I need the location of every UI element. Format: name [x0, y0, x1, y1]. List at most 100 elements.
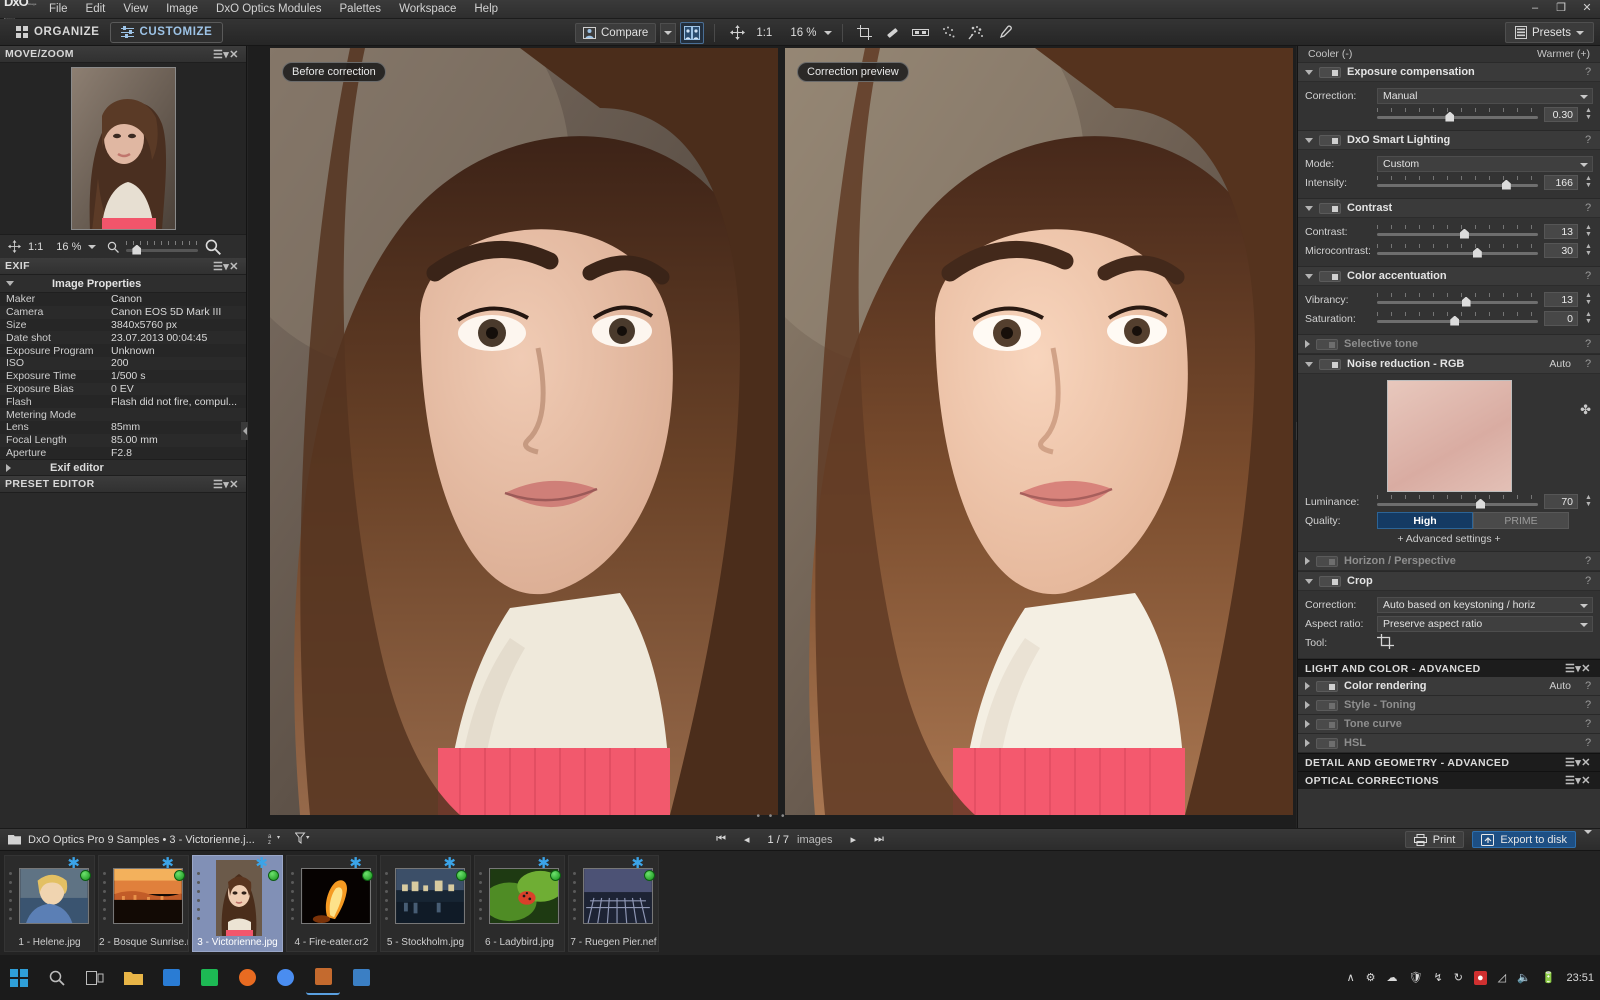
left-panel-collapse-handle[interactable] [241, 422, 248, 440]
chevron-right-icon[interactable] [1305, 682, 1310, 690]
tray-shield-icon[interactable]: 🛡 [1409, 971, 1423, 984]
noise-reduction-preview[interactable] [1387, 380, 1512, 492]
slider-value[interactable]: 13 [1544, 292, 1578, 307]
dxo-smart-lighting-toggle[interactable] [1319, 135, 1341, 146]
chevron-down-icon[interactable] [1305, 274, 1313, 279]
filmstrip-thumbnail[interactable]: ✱3 - Victorienne.jpg [192, 855, 283, 952]
zoom-out-icon[interactable] [107, 241, 119, 253]
slider-stepper[interactable]: ▲▼ [1584, 108, 1593, 121]
slider[interactable] [1377, 107, 1538, 123]
help-icon[interactable]: ? [1583, 270, 1593, 282]
filmstrip-thumbnail[interactable]: ✱7 - Ruegen Pier.nef [568, 855, 659, 952]
taskbar-spotify-app[interactable] [192, 961, 226, 995]
slider-stepper[interactable]: ▲▼ [1584, 176, 1593, 189]
tray-network-icon[interactable]: ⚙ [1366, 971, 1376, 984]
exposure-compensation-header[interactable]: Exposure compensation? [1298, 63, 1600, 82]
section-toggle[interactable] [1316, 700, 1338, 711]
slider[interactable] [1377, 243, 1538, 259]
star-icon[interactable]: ✱ [161, 857, 174, 870]
star-icon[interactable]: ✱ [349, 857, 362, 870]
move-zoom-preview[interactable] [0, 63, 246, 234]
help-icon[interactable]: ? [1583, 358, 1593, 370]
minimize-button[interactable]: – [1522, 0, 1548, 17]
star-icon[interactable]: ✱ [443, 857, 456, 870]
navigator-thumbnail[interactable] [71, 67, 176, 230]
taskbar-office-app[interactable] [154, 961, 188, 995]
exposure-compensation-toggle[interactable] [1319, 67, 1341, 78]
section-tone-curve[interactable]: Tone curve? [1298, 715, 1600, 734]
slider-stepper[interactable]: ▲▼ [1584, 312, 1593, 325]
section-toggle[interactable] [1316, 738, 1338, 749]
export-chevron-down-icon[interactable] [1584, 834, 1592, 846]
section-toggle[interactable] [1316, 681, 1338, 692]
nr-preview-target-icon[interactable]: ✤ [1580, 402, 1591, 418]
chevron-down-icon[interactable] [1305, 206, 1313, 211]
quality-option-prime[interactable]: PRIME [1473, 512, 1569, 529]
section-color-rendering[interactable]: Color renderingAuto? [1298, 677, 1600, 696]
dust-tool-button[interactable] [937, 22, 961, 44]
help-icon[interactable]: ? [1583, 66, 1593, 78]
chevron-right-icon[interactable] [1305, 340, 1310, 348]
export-to-disk-button[interactable]: Export to disk [1472, 831, 1576, 848]
taskbar-clock[interactable]: 23:51 [1566, 972, 1594, 984]
quality-option-high[interactable]: High [1377, 512, 1473, 529]
chevron-down-icon[interactable] [1305, 138, 1313, 143]
category-detail-and-geometry-advanced[interactable]: DETAIL AND GEOMETRY - ADVANCED☰▾✕ [1298, 753, 1600, 771]
section-toggle[interactable] [1316, 719, 1338, 730]
filmstrip-thumbnail[interactable]: ✱6 - Ladybird.jpg [474, 855, 565, 952]
crop-toggle[interactable] [1319, 576, 1341, 587]
tray-battery-icon[interactable]: 🔋 [1542, 971, 1556, 984]
taskbar-chrome-app[interactable] [268, 961, 302, 995]
slider-handle[interactable] [1476, 499, 1485, 509]
before-correction-label[interactable]: Before correction [282, 62, 386, 82]
close-icon[interactable]: ✕ [1579, 662, 1593, 675]
correction-combo[interactable]: Auto based on keystoning / horiz [1377, 597, 1593, 613]
zoom-slider[interactable] [126, 240, 198, 254]
help-icon[interactable]: ? [1583, 718, 1593, 730]
tray-cloud-icon[interactable]: ☁ [1387, 971, 1398, 984]
slider[interactable] [1377, 224, 1538, 240]
help-icon[interactable]: ? [1583, 737, 1593, 749]
menu-dxo-optics-modules[interactable]: DxO Optics Modules [207, 0, 330, 19]
help-icon[interactable]: ? [1583, 202, 1593, 214]
close-icon[interactable]: ✕ [1579, 774, 1593, 787]
customize-mode-button[interactable]: CUSTOMIZE [110, 22, 224, 43]
chevron-down-icon[interactable] [1305, 579, 1313, 584]
star-icon[interactable]: ✱ [255, 857, 268, 870]
section-style-toning[interactable]: Style - Toning? [1298, 696, 1600, 715]
eraser-tool-button[interactable] [881, 22, 905, 44]
close-icon[interactable]: ✕ [227, 260, 241, 273]
zoom-in-icon[interactable] [205, 239, 221, 255]
menu-palettes[interactable]: Palettes [331, 0, 391, 19]
taskbar-firefox-app[interactable] [230, 961, 264, 995]
close-icon[interactable]: ✕ [227, 48, 241, 61]
tray-volume-icon[interactable]: 🔈 [1517, 971, 1531, 984]
filmstrip-thumbnail[interactable]: ✱1 - Helene.jpg [4, 855, 95, 952]
menu-workspace[interactable]: Workspace [390, 0, 465, 19]
star-icon[interactable]: ✱ [67, 857, 80, 870]
next-image-button[interactable]: ▸ [850, 833, 856, 846]
chevron-right-icon[interactable] [1305, 557, 1310, 565]
compare-dropdown-button[interactable] [660, 23, 676, 43]
move-zoom-ratio-label[interactable]: 1:1 [28, 241, 43, 253]
exif-editor-row[interactable]: Exif editor [0, 459, 246, 476]
slider-handle[interactable] [1502, 180, 1511, 190]
crop-tool-icon[interactable] [1377, 634, 1394, 652]
color-accentuation-toggle[interactable] [1319, 271, 1341, 282]
noise-reduction-rgb-toggle[interactable] [1319, 359, 1341, 370]
maximize-button[interactable]: ❐ [1548, 0, 1574, 17]
slider-value[interactable]: 13 [1544, 224, 1578, 239]
tray-update-icon[interactable]: ↻ [1454, 971, 1463, 984]
tray-wifi-icon[interactable]: ◿ [1498, 971, 1506, 984]
help-icon[interactable]: ? [1583, 555, 1593, 567]
slider-handle[interactable] [1473, 248, 1482, 258]
correction-preview-label[interactable]: Correction preview [797, 62, 909, 82]
compare-button[interactable]: Compare [575, 23, 656, 43]
slider[interactable] [1377, 292, 1538, 308]
crop-tool-button[interactable] [853, 22, 877, 44]
slider-handle[interactable] [132, 245, 141, 255]
tray-usb-icon[interactable]: ↯ [1434, 971, 1443, 984]
slider-stepper[interactable]: ▲▼ [1584, 244, 1593, 257]
organize-mode-button[interactable]: ORGANIZE [6, 22, 110, 43]
close-icon[interactable]: ✕ [227, 478, 241, 491]
